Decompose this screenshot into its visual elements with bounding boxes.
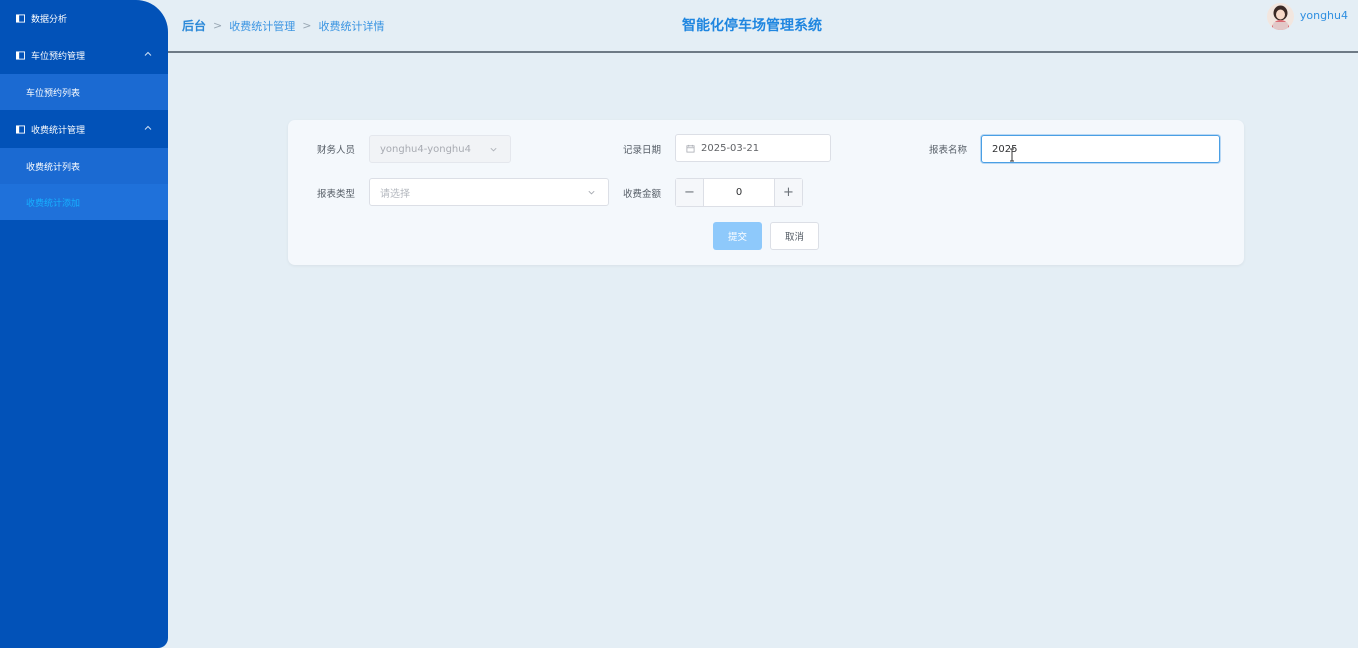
submit-button[interactable]: 提交: [713, 222, 762, 250]
report-type-placeholder: 请选择: [380, 188, 410, 200]
fee-form-card: 财务人员 yonghu4-yonghu4 记录日期 2025-03-21 报表名…: [288, 120, 1244, 265]
chevron-up-icon: [144, 51, 152, 56]
text-cursor-icon: [1010, 148, 1014, 162]
sidebar-item-parking-reservation[interactable]: 车位预约管理: [0, 36, 168, 74]
finance-staff-select: yonghu4-yonghu4: [369, 135, 511, 163]
increment-button[interactable]: +: [774, 179, 802, 206]
sidebar-item-fee-add[interactable]: 收费统计添加: [0, 184, 168, 220]
chevron-up-icon: [144, 125, 152, 130]
cancel-button[interactable]: 取消: [770, 222, 819, 250]
chevron-down-icon: [490, 147, 497, 152]
menu-icon: [16, 124, 25, 134]
record-date-label: 记录日期: [623, 145, 662, 156]
sidebar-item-fee-statistics[interactable]: 收费统计管理: [0, 110, 168, 148]
report-type-label: 报表类型: [317, 189, 356, 200]
avatar[interactable]: [1266, 3, 1294, 30]
report-name-input[interactable]: 2025: [981, 135, 1220, 163]
amount-stepper: − 0 +: [675, 178, 803, 207]
record-date-value: 2025-03-21: [701, 142, 760, 154]
report-name-label: 报表名称: [929, 145, 968, 156]
sidebar-item-label: 车位预约管理: [31, 51, 86, 62]
finance-staff-label: 财务人员: [317, 145, 356, 156]
decrement-button[interactable]: −: [676, 179, 704, 206]
report-type-select[interactable]: 请选择: [369, 178, 609, 206]
menu-icon: [16, 50, 25, 60]
calendar-icon: [686, 144, 695, 153]
user-menu[interactable]: yonghu4: [1266, 3, 1348, 30]
sidebar-item-label: 收费统计管理: [31, 125, 86, 136]
sidebar-item-label: 数据分析: [31, 14, 68, 25]
chevron-down-icon: [588, 190, 595, 195]
username[interactable]: yonghu4: [1300, 9, 1348, 22]
amount-label: 收费金额: [623, 189, 662, 200]
amount-input[interactable]: 0: [704, 179, 774, 206]
sidebar-item-fee-list[interactable]: 收费统计列表: [0, 148, 168, 184]
sidebar-item-reservation-list[interactable]: 车位预约列表: [0, 74, 168, 110]
avatar-image-icon: [1266, 3, 1294, 30]
sidebar-item-data-analysis[interactable]: 数据分析: [0, 0, 168, 36]
sidebar-item-label: 收费统计添加: [26, 198, 81, 209]
finance-staff-value: yonghu4-yonghu4: [380, 143, 471, 155]
menu-icon: [16, 13, 25, 23]
system-title: 智能化停车场管理系统: [682, 18, 822, 34]
header: 后台 > 收费统计管理 > 收费统计详情 智能化停车场管理系统 yonghu4: [168, 0, 1358, 53]
sidebar-item-label: 收费统计列表: [26, 162, 81, 173]
sidebar-item-label: 车位预约列表: [26, 88, 81, 99]
sidebar: 数据分析 车位预约管理 车位预约列表 收费统计管理 收费统计列表 收费统计添加: [0, 0, 168, 648]
record-date-picker[interactable]: 2025-03-21: [675, 134, 831, 162]
